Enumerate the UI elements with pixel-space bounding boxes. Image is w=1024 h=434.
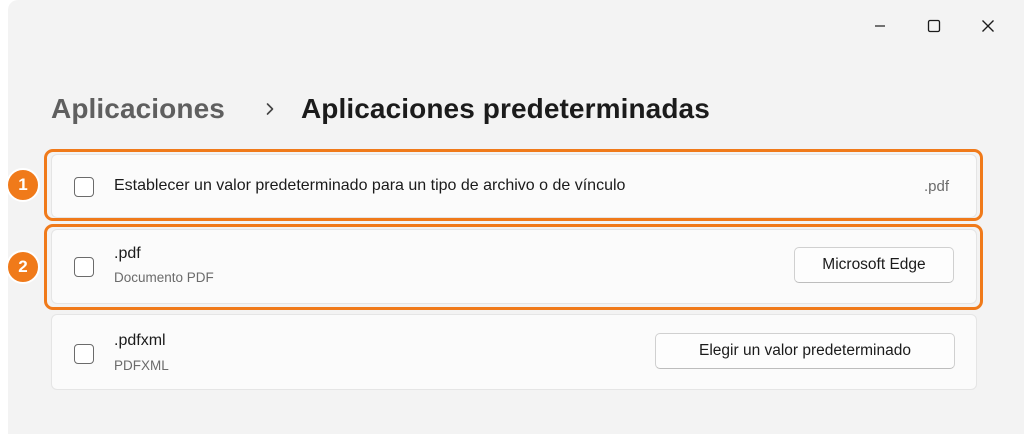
file-extension: .pdf <box>114 245 141 262</box>
file-type-row-pdfxml: .pdfxml PDFXML Elegir un valor predeterm… <box>51 314 977 390</box>
row-label: Establecer un valor predeterminado para … <box>114 177 626 194</box>
file-type-description: Documento PDF <box>114 270 214 285</box>
file-type-row-pdf: .pdf Documento PDF Microsoft Edge <box>51 229 977 304</box>
title-bar <box>8 0 1024 52</box>
minimize-button[interactable] <box>857 8 903 44</box>
default-app-button[interactable]: Microsoft Edge <box>794 247 954 283</box>
row-checkbox[interactable] <box>74 177 94 197</box>
row-checkbox[interactable] <box>74 344 94 364</box>
breadcrumb: Aplicaciones Aplicaciones predeterminada… <box>51 86 710 132</box>
file-type-description: PDFXML <box>114 358 169 373</box>
step-marker-2: 2 <box>6 250 40 284</box>
step-marker-1: 1 <box>6 168 40 202</box>
chevron-right-icon <box>265 102 275 116</box>
set-default-by-type-row[interactable]: Establecer un valor predeterminado para … <box>51 154 977 218</box>
close-icon <box>981 19 995 33</box>
maximize-button[interactable] <box>911 8 957 44</box>
close-button[interactable] <box>965 8 1011 44</box>
maximize-icon <box>927 19 941 33</box>
page-title: Aplicaciones predeterminadas <box>300 93 710 124</box>
settings-window: Aplicaciones Aplicaciones predeterminada… <box>8 0 1024 434</box>
breadcrumb-parent-link[interactable]: Aplicaciones <box>51 93 225 125</box>
row-value: .pdf <box>923 178 949 195</box>
row-checkbox[interactable] <box>74 257 94 277</box>
choose-default-button[interactable]: Elegir un valor predeterminado <box>655 333 955 369</box>
minimize-icon <box>874 20 886 32</box>
file-extension: .pdfxml <box>114 332 166 349</box>
